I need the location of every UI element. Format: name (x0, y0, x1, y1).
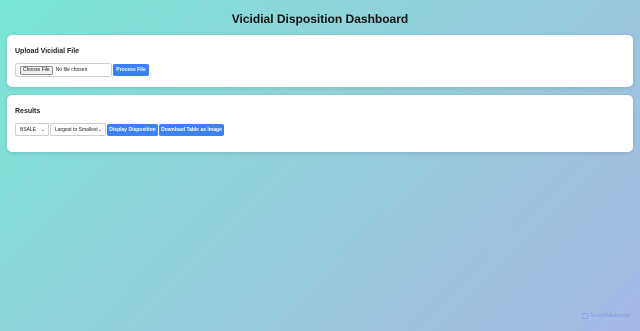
file-status: No file chosen (55, 67, 88, 73)
watermark-text: ScamMalware (590, 313, 630, 319)
results-card: Results BSALE ⌄ Largest to Smallest ⌄ Di… (7, 95, 633, 152)
watermark: ScamMalware (582, 313, 630, 319)
download-table-button[interactable]: Download Table as Image (159, 124, 224, 136)
page-title: Vicidial Disposition Dashboard (231, 12, 409, 26)
disposition-select[interactable]: BSALE ⌄ (15, 123, 49, 136)
upload-heading: Upload Vicidial File (15, 48, 80, 55)
chevron-down-icon: ⌄ (97, 126, 102, 133)
sort-order-select[interactable]: Largest to Smallest ⌄ (50, 123, 106, 136)
file-input[interactable]: Choose File No file chosen (15, 63, 112, 77)
sort-order-select-value: Largest to Smallest (55, 126, 98, 133)
disposition-select-value: BSALE (20, 126, 37, 133)
display-disposition-button[interactable]: Display Disposition (107, 124, 158, 136)
upload-card: Upload Vicidial File Choose File No file… (7, 35, 633, 87)
chevron-down-icon: ⌄ (40, 126, 45, 133)
watermark-icon (582, 313, 589, 319)
choose-file-button[interactable]: Choose File (20, 65, 53, 75)
process-file-button[interactable]: Process File (113, 64, 149, 76)
results-heading: Results (15, 108, 41, 115)
